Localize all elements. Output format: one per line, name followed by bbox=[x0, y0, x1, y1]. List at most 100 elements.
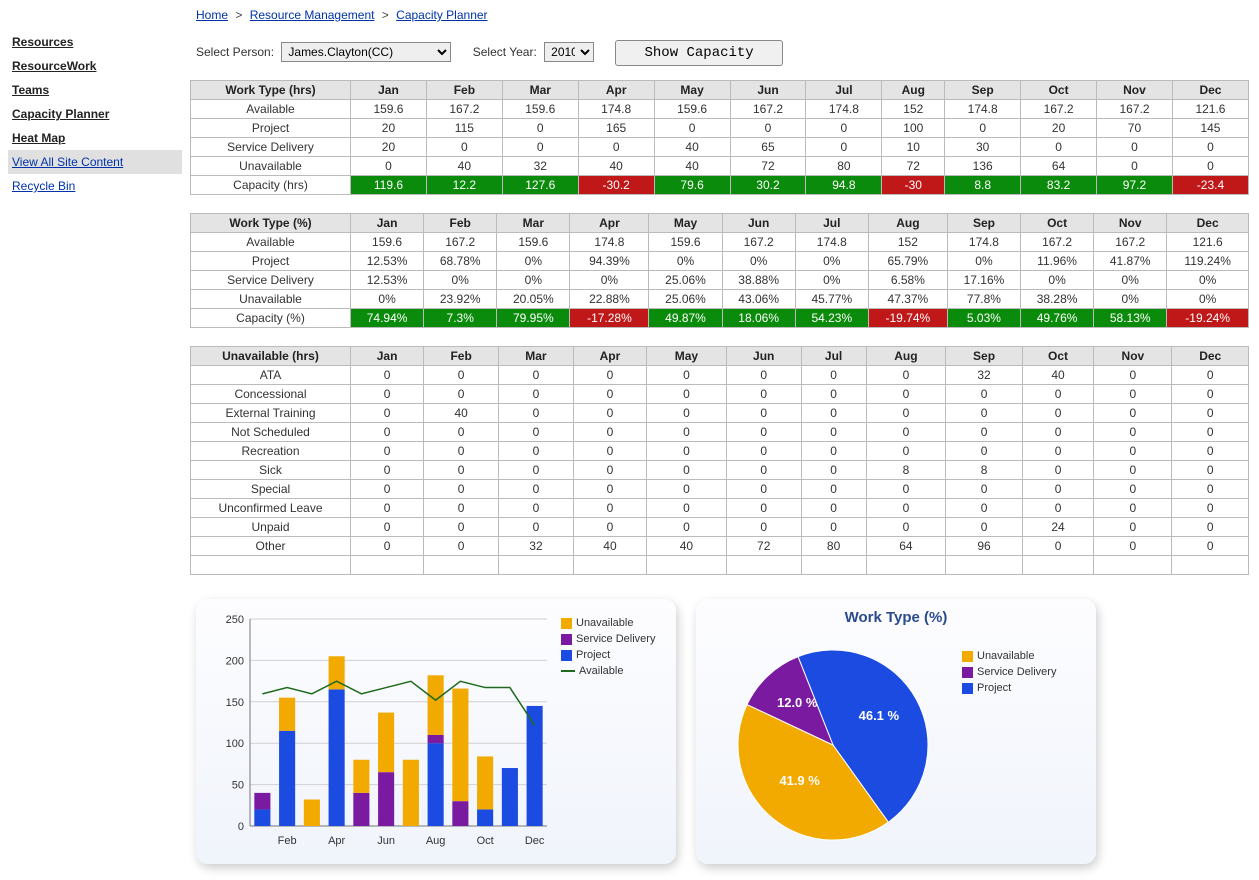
cell: 0 bbox=[801, 423, 866, 442]
cell: 0 bbox=[1022, 480, 1094, 499]
main-content: Home > Resource Management > Capacity Pl… bbox=[190, 0, 1259, 880]
cell: 65.79% bbox=[868, 252, 947, 271]
row-label: Unpaid bbox=[191, 518, 351, 537]
cell: 0 bbox=[1022, 423, 1094, 442]
cell: 64 bbox=[1021, 157, 1097, 176]
table-row: Service Delivery12.53%0%0%0%25.06%38.88%… bbox=[191, 271, 1249, 290]
sidebar-item-heat-map[interactable]: Heat Map bbox=[8, 126, 182, 150]
cell: 0 bbox=[726, 461, 801, 480]
month-header-sep: Sep bbox=[946, 347, 1022, 366]
cell: 159.6 bbox=[654, 100, 730, 119]
cell: 0 bbox=[351, 461, 424, 480]
cell: 0% bbox=[947, 252, 1020, 271]
cell: 121.6 bbox=[1167, 233, 1249, 252]
sidebar-item-capacity-planner[interactable]: Capacity Planner bbox=[8, 102, 182, 126]
cell: 174.8 bbox=[578, 100, 654, 119]
row-label: Project bbox=[191, 119, 351, 138]
cell: 0 bbox=[1094, 423, 1172, 442]
capacity-cell: 74.94% bbox=[351, 309, 424, 328]
cell: 136 bbox=[945, 157, 1021, 176]
sidebar-item-view-all-site-content[interactable]: View All Site Content bbox=[8, 150, 182, 174]
cell: 0 bbox=[946, 518, 1022, 537]
bar-segment bbox=[428, 735, 444, 743]
bar-segment bbox=[304, 800, 320, 826]
cell: 0 bbox=[1094, 442, 1172, 461]
legend-label: Service Delivery bbox=[576, 633, 655, 645]
legend-item: Service Delivery bbox=[561, 631, 655, 647]
cell: 159.6 bbox=[497, 233, 570, 252]
breadcrumb-home[interactable]: Home bbox=[196, 8, 228, 22]
month-header-feb: Feb bbox=[424, 214, 497, 233]
cell: 0 bbox=[424, 423, 499, 442]
month-header-nov: Nov bbox=[1097, 81, 1173, 100]
cell: 0% bbox=[1094, 290, 1167, 309]
cell: 64 bbox=[866, 537, 946, 556]
month-header-jul: Jul bbox=[801, 347, 866, 366]
cell: 0 bbox=[647, 480, 727, 499]
cell: 0 bbox=[801, 366, 866, 385]
breadcrumb-resource-management[interactable]: Resource Management bbox=[250, 8, 375, 22]
bar-segment bbox=[477, 809, 493, 826]
select-person[interactable]: James.Clayton(CC) bbox=[281, 42, 451, 62]
cell: 0 bbox=[801, 442, 866, 461]
cell: 38.28% bbox=[1021, 290, 1094, 309]
cell: 0 bbox=[499, 442, 574, 461]
cell: 0 bbox=[946, 499, 1022, 518]
show-capacity-button[interactable]: Show Capacity bbox=[615, 40, 782, 66]
month-header-aug: Aug bbox=[882, 81, 945, 100]
capacity-cell: -30 bbox=[882, 176, 945, 195]
cell: 0 bbox=[1172, 157, 1248, 176]
row-label: Unconfirmed Leave bbox=[191, 499, 351, 518]
cell: 167.2 bbox=[1097, 100, 1173, 119]
table-row: Unavailable0%23.92%20.05%22.88%25.06%43.… bbox=[191, 290, 1249, 309]
breadcrumb-capacity-planner[interactable]: Capacity Planner bbox=[396, 8, 487, 22]
cell: 174.8 bbox=[570, 233, 649, 252]
cell: 0% bbox=[497, 252, 570, 271]
select-person-label: Select Person: bbox=[196, 45, 274, 59]
row-label: Recreation bbox=[191, 442, 351, 461]
pie-slice-label: 12.0 % bbox=[777, 695, 818, 710]
cell: 20.05% bbox=[497, 290, 570, 309]
cell: 0% bbox=[795, 271, 868, 290]
sidebar-item-resourcework[interactable]: ResourceWork bbox=[8, 54, 182, 78]
cell: 40 bbox=[1022, 366, 1094, 385]
table-worktype-pct: Work Type (%)JanFebMarAprMayJunJulAugSep… bbox=[190, 213, 1249, 328]
cell: 159.6 bbox=[351, 233, 424, 252]
legend-item: Project bbox=[962, 680, 1056, 696]
table-unavailable-hrs: Unavailable (hrs)JanFebMarAprMayJunJulAu… bbox=[190, 346, 1249, 575]
legend-label: Service Delivery bbox=[977, 666, 1056, 678]
bar-segment bbox=[428, 675, 444, 735]
capacity-cell: 30.2 bbox=[730, 176, 806, 195]
cell: 0 bbox=[726, 423, 801, 442]
cell: 0 bbox=[1097, 138, 1173, 157]
sidebar-item-teams[interactable]: Teams bbox=[8, 78, 182, 102]
cell: 96 bbox=[946, 537, 1022, 556]
month-header-may: May bbox=[649, 214, 722, 233]
table-row: ATA00000000324000 bbox=[191, 366, 1249, 385]
cell: 40 bbox=[426, 157, 502, 176]
month-header-aug: Aug bbox=[868, 214, 947, 233]
bar-chart-card: 050100150200250FebAprJunAugOctDec Unavai… bbox=[196, 599, 676, 864]
select-year[interactable]: 2010 bbox=[544, 42, 594, 62]
cell: 0 bbox=[1022, 537, 1094, 556]
capacity-cell: 5.03% bbox=[947, 309, 1020, 328]
month-header-jun: Jun bbox=[722, 214, 795, 233]
cell: 174.8 bbox=[806, 100, 882, 119]
cell: 167.2 bbox=[722, 233, 795, 252]
bar-segment bbox=[254, 793, 270, 810]
cell: 41.87% bbox=[1094, 252, 1167, 271]
cell: 0 bbox=[647, 404, 727, 423]
sidebar-item-recycle-bin[interactable]: Recycle Bin bbox=[8, 174, 182, 198]
cell: 0 bbox=[647, 366, 727, 385]
row-label: Special bbox=[191, 480, 351, 499]
cell: 0 bbox=[1172, 442, 1249, 461]
cell: 0 bbox=[1022, 442, 1094, 461]
cell: 0 bbox=[1094, 537, 1172, 556]
cell: 0 bbox=[424, 537, 499, 556]
cell: 0 bbox=[424, 461, 499, 480]
cell: 121.6 bbox=[1172, 100, 1248, 119]
table-corner-header: Work Type (%) bbox=[191, 214, 351, 233]
cell: 0 bbox=[1172, 537, 1249, 556]
sidebar-item-resources[interactable]: Resources bbox=[8, 30, 182, 54]
cell: 0 bbox=[1172, 461, 1249, 480]
